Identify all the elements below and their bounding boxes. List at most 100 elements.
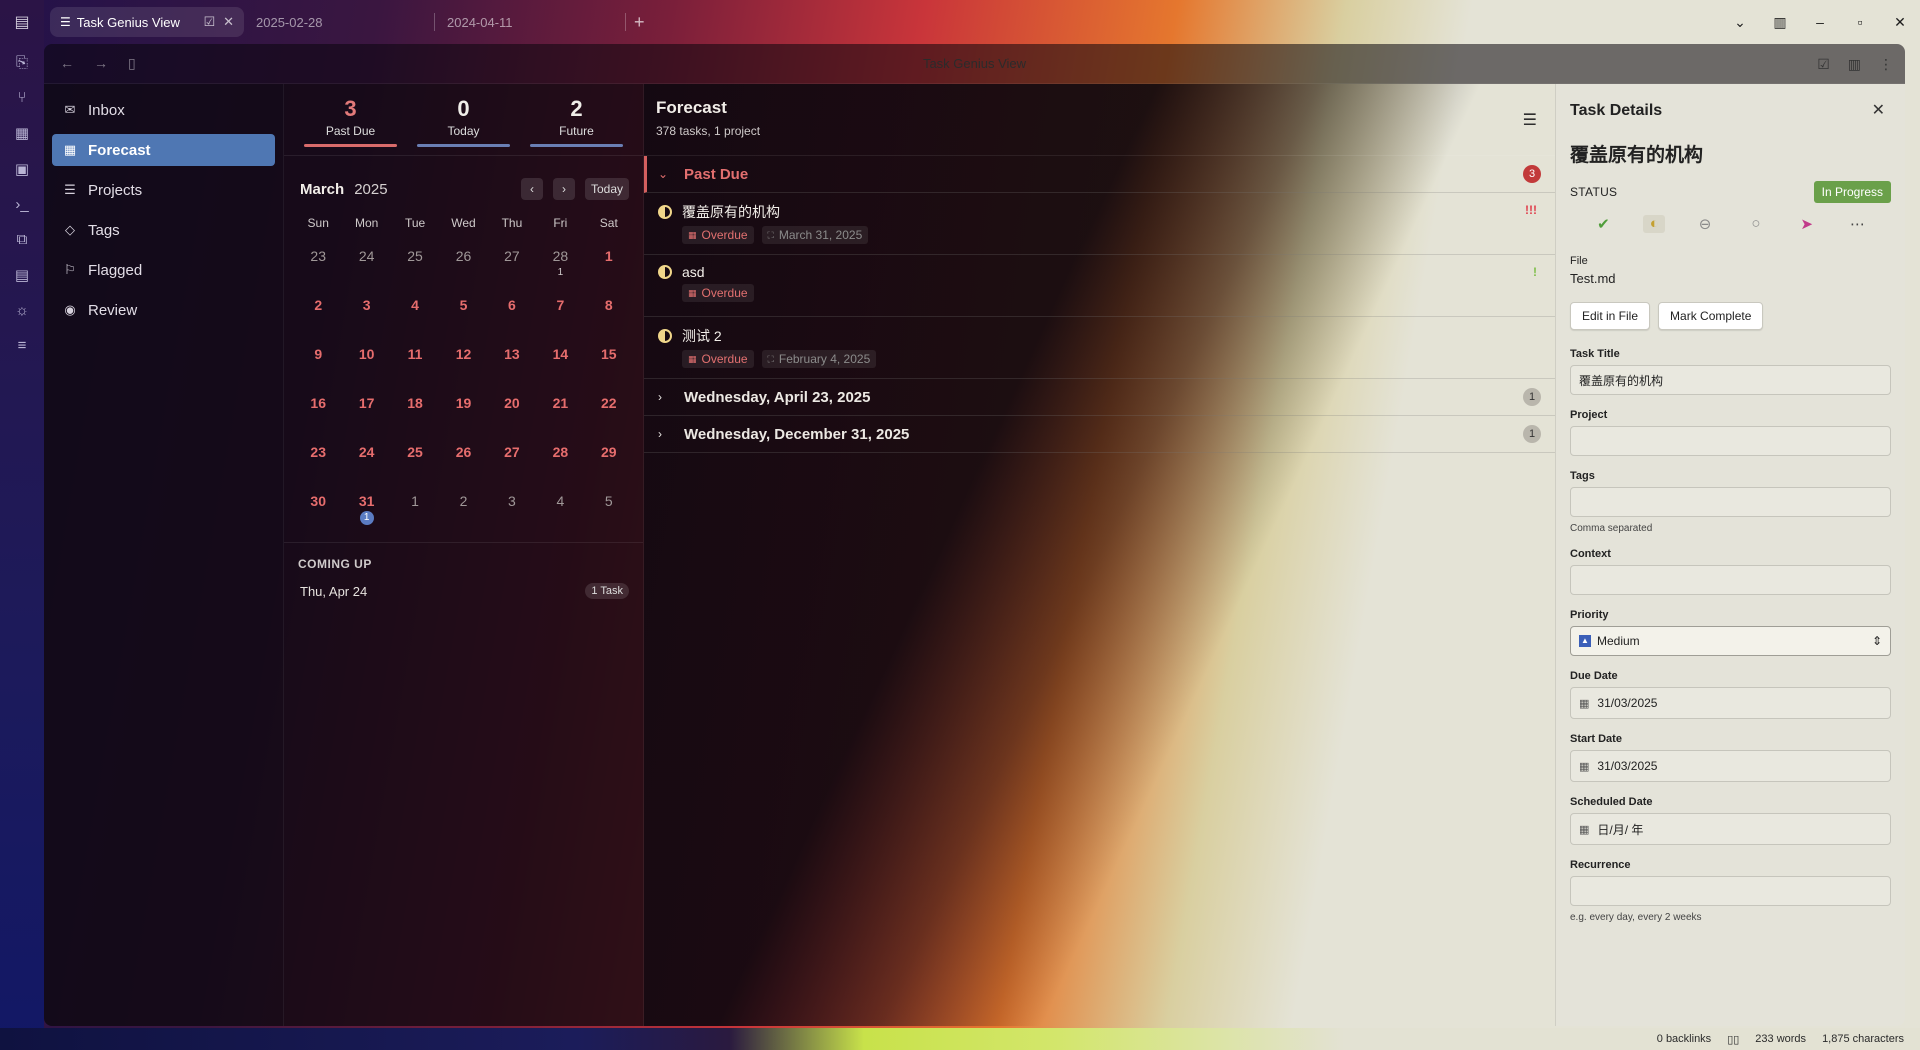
tags-input[interactable]	[1570, 487, 1891, 517]
calendar-day[interactable]: 26	[439, 434, 487, 483]
task-item[interactable]: 测试 2 ▦ Overdue ⛶ February 4, 2025	[644, 317, 1555, 379]
close-icon[interactable]: ✕	[1872, 100, 1885, 120]
more-icon[interactable]: ⋯	[1847, 215, 1869, 233]
file-icon[interactable]: ⎘	[12, 54, 32, 71]
puzzle-icon[interactable]: ⧉	[12, 231, 32, 248]
completed-status-icon[interactable]: ✔	[1592, 215, 1614, 233]
in-progress-status-icon[interactable]	[658, 329, 672, 343]
section-date-group[interactable]: › Wednesday, April 23, 2025 1	[644, 379, 1555, 416]
chevron-down-icon[interactable]: ⌄	[1720, 14, 1760, 31]
calendar-day[interactable]: 9	[294, 336, 342, 385]
close-window-icon[interactable]: ✕	[1880, 14, 1920, 31]
sidebar-toggle-icon[interactable]: ▤	[0, 0, 44, 44]
stat-past-due[interactable]: 3 Past Due	[294, 84, 407, 155]
calendar-day[interactable]: 1	[391, 483, 439, 532]
due-date-input[interactable]: ▦ 31/03/2025	[1570, 687, 1891, 719]
calendar-day[interactable]: 4	[536, 483, 584, 532]
calendar-day[interactable]: 26	[439, 238, 487, 287]
list-view-icon[interactable]: ☰	[1523, 110, 1537, 130]
sidebar-item-inbox[interactable]: ✉ Inbox	[52, 94, 275, 126]
calendar-day[interactable]: 6	[488, 287, 536, 336]
calendar-day[interactable]: 16	[294, 385, 342, 434]
more-options-icon[interactable]: ⋮	[1879, 56, 1893, 73]
start-date-input[interactable]: ▦ 31/03/2025	[1570, 750, 1891, 782]
backlinks-count[interactable]: 0 backlinks	[1657, 1033, 1711, 1045]
calendar-day[interactable]: 5	[585, 483, 633, 532]
task-item[interactable]: asd ! ▦ Overdue	[644, 255, 1555, 317]
maximize-icon[interactable]: ▫	[1840, 14, 1880, 30]
tab-2024-04-11[interactable]: 2024-04-11	[435, 7, 625, 37]
section-past-due[interactable]: ⌄ Past Due 3	[644, 156, 1555, 193]
split-view-icon[interactable]: ▥	[1848, 56, 1861, 73]
planned-status-icon[interactable]: ➤	[1796, 215, 1818, 233]
calendar-day[interactable]: 13	[488, 336, 536, 385]
calendar-day[interactable]: 5	[439, 287, 487, 336]
mark-complete-button[interactable]: Mark Complete	[1658, 302, 1764, 330]
calendar-day[interactable]: 18	[391, 385, 439, 434]
abandoned-status-icon[interactable]: ⊖	[1694, 215, 1716, 233]
calendar-day[interactable]: 14	[536, 336, 584, 385]
not-started-status-icon[interactable]: ○	[1745, 215, 1767, 233]
coming-up-item[interactable]: Thu, Apr 24 1 Task	[298, 583, 629, 599]
context-input[interactable]	[1570, 565, 1891, 595]
graph-icon[interactable]: ⑂	[12, 89, 32, 106]
tab-task-genius[interactable]: ☰ Task Genius View ☑ ✕	[50, 7, 244, 37]
calendar-day[interactable]: 7	[536, 287, 584, 336]
calendar-day[interactable]: 20	[488, 385, 536, 434]
in-progress-status-icon[interactable]	[658, 265, 672, 279]
calendar-day[interactable]: 31 1	[342, 483, 390, 532]
calendar-day[interactable]: 1	[585, 238, 633, 287]
terminal-icon[interactable]: ›_	[12, 196, 32, 213]
section-date-group[interactable]: › Wednesday, December 31, 2025 1	[644, 416, 1555, 453]
calendar-day[interactable]: 4	[391, 287, 439, 336]
priority-select[interactable]: ▲ Medium ⇕	[1570, 626, 1891, 656]
calendar-day[interactable]: 10	[342, 336, 390, 385]
calendar-day[interactable]: 11	[391, 336, 439, 385]
prev-month-button[interactable]: ‹	[520, 178, 543, 200]
calendar-day[interactable]: 29	[585, 434, 633, 483]
calendar-day[interactable]: 23	[294, 238, 342, 287]
project-input[interactable]	[1570, 426, 1891, 456]
grid-icon[interactable]: ▦	[12, 124, 32, 142]
checklist-icon[interactable]: ≡	[12, 337, 32, 354]
calendar-day[interactable]: 30	[294, 483, 342, 532]
task-item[interactable]: 覆盖原有的机构 !!! ▦ Overdue ⛶ March 31, 2025	[644, 193, 1555, 255]
calendar-day[interactable]: 23	[294, 434, 342, 483]
sidebar-item-forecast[interactable]: ▦ Forecast	[52, 134, 275, 166]
sidebar-item-flagged[interactable]: ⚐ Flagged	[52, 254, 275, 286]
checkbox-icon[interactable]: ☑	[1817, 56, 1830, 73]
sidebar-item-tags[interactable]: ◇ Tags	[52, 214, 275, 246]
calendar-day[interactable]: 25	[391, 434, 439, 483]
minimize-icon[interactable]: –	[1800, 14, 1840, 30]
recurrence-input[interactable]	[1570, 876, 1891, 906]
task-title-input[interactable]: 覆盖原有的机构	[1570, 365, 1891, 395]
calendar-day[interactable]: 28	[536, 434, 584, 483]
stat-future[interactable]: 2 Future	[520, 84, 633, 155]
calendar-day[interactable]: 24	[342, 238, 390, 287]
calendar-day[interactable]: 12	[439, 336, 487, 385]
calendar-day[interactable]: 28 1	[536, 238, 584, 287]
sidebar-item-review[interactable]: ◉ Review	[52, 294, 275, 326]
calendar-day[interactable]: 2	[294, 287, 342, 336]
calendar-day[interactable]: 8	[585, 287, 633, 336]
stat-today[interactable]: 0 Today	[407, 84, 520, 155]
sidebar-item-projects[interactable]: ☰ Projects	[52, 174, 275, 206]
calendar-day[interactable]: 2	[439, 483, 487, 532]
calendar-day[interactable]: 27	[488, 434, 536, 483]
calendar-day[interactable]: 3	[342, 287, 390, 336]
tab-2025-02-28[interactable]: 2025-02-28	[244, 7, 434, 37]
calendar-day[interactable]: 27	[488, 238, 536, 287]
scheduled-date-input[interactable]: ▦ 日/月/ 年	[1570, 813, 1891, 845]
calendar-day[interactable]: 17	[342, 385, 390, 434]
calendar-day[interactable]: 15	[585, 336, 633, 385]
in-progress-status-icon[interactable]	[658, 205, 672, 219]
calendar-day[interactable]: 21	[536, 385, 584, 434]
layout-icon[interactable]: ▥	[1760, 14, 1800, 31]
calendar-day[interactable]: 22	[585, 385, 633, 434]
edit-in-file-button[interactable]: Edit in File	[1570, 302, 1651, 330]
next-month-button[interactable]: ›	[552, 178, 575, 200]
pin-icon[interactable]: ☑	[203, 14, 215, 30]
today-button[interactable]: Today	[584, 178, 629, 200]
table-icon[interactable]: ▤	[12, 266, 32, 284]
new-tab-icon[interactable]: +	[634, 12, 645, 33]
